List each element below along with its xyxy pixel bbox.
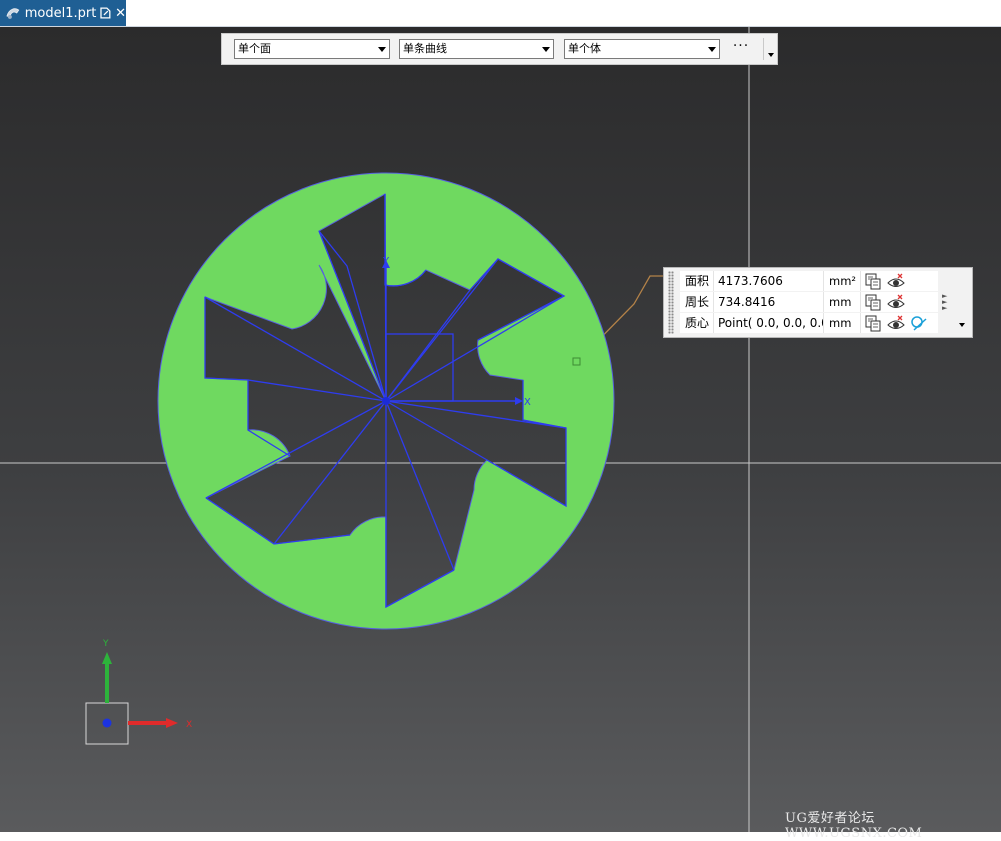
part-file-icon — [6, 8, 20, 19]
wcs-y-label: Y — [382, 256, 390, 267]
more-options-button[interactable]: ··· — [728, 38, 754, 58]
triad-x-arrow — [166, 718, 178, 728]
face-filter-select[interactable]: 单个面 — [234, 39, 390, 59]
measure-results-panel: 面积 4173.7606 mm² 周长 734.8416 mm 质心 Point… — [663, 267, 973, 338]
wcs-x-arrow — [515, 397, 523, 405]
measure-row-area: 面积 4173.7606 mm² — [680, 271, 938, 291]
hide-show-eye-icon[interactable] — [887, 273, 905, 290]
measure-row-centroid: 质心 Point( 0.0, 0.0, 0.0) mm — [680, 313, 938, 333]
triad-y-label: Y — [102, 639, 109, 649]
measure-unit[interactable]: mm² — [824, 271, 861, 291]
toolbar-options-dropdown[interactable] — [768, 53, 774, 57]
curve-filter-select[interactable]: 单条曲线 — [399, 39, 554, 59]
graphics-viewport[interactable]: X Y Y X 单个面 单条曲线 单个体 ··· 面积 4173.7606 mm… — [0, 27, 1001, 832]
model-canvas: X Y Y X — [0, 27, 1001, 832]
measure-name: 面积 — [680, 271, 714, 291]
triad-origin — [102, 718, 112, 728]
body-filter-value: 单个体 — [568, 42, 601, 55]
chevron-down-icon — [708, 47, 716, 52]
measure-name: 质心 — [680, 313, 714, 333]
copy-to-expression-icon[interactable] — [864, 294, 882, 311]
chevron-down-icon — [378, 47, 386, 52]
measure-unit[interactable]: mm — [824, 292, 861, 312]
expand-arrows-icon[interactable]: ► ► ► — [942, 293, 952, 315]
drag-grip[interactable] — [668, 271, 674, 334]
copy-to-expression-icon[interactable] — [864, 273, 882, 290]
hide-show-eye-icon[interactable] — [887, 315, 905, 332]
hide-show-eye-icon[interactable] — [887, 294, 905, 311]
chevron-down-icon — [542, 47, 550, 52]
create-point-icon[interactable] — [910, 315, 928, 332]
wcs-x-label: X — [524, 397, 531, 408]
selection-handle[interactable] — [572, 357, 581, 366]
document-tab-bar: model1.prt ✕ — [0, 0, 1001, 27]
body-filter-select[interactable]: 单个体 — [564, 39, 720, 59]
selection-filter-bar: 单个面 单条曲线 单个体 ··· — [221, 33, 778, 65]
tab-title: model1.prt — [24, 5, 97, 21]
watermark: UG爱好者论坛 WWW.UGSNX.COM — [785, 811, 923, 841]
document-tab[interactable]: model1.prt ✕ — [0, 0, 126, 26]
curve-filter-value: 单条曲线 — [403, 42, 447, 55]
triad-y-arrow — [102, 652, 112, 664]
triad-x-label: X — [186, 720, 192, 730]
modified-doc-icon — [100, 7, 111, 19]
panel-options-dropdown[interactable] — [959, 323, 965, 327]
measure-value[interactable]: 4173.7606 — [714, 271, 824, 291]
close-tab-icon[interactable]: ✕ — [115, 7, 126, 20]
divider — [763, 38, 764, 60]
measure-name: 周长 — [680, 292, 714, 312]
origin-point — [382, 397, 390, 405]
measure-value[interactable]: Point( 0.0, 0.0, 0.0) — [714, 313, 824, 333]
measure-unit[interactable]: mm — [824, 313, 861, 333]
face-filter-value: 单个面 — [238, 42, 271, 55]
measure-row-perimeter: 周长 734.8416 mm — [680, 292, 938, 312]
copy-to-expression-icon[interactable] — [864, 315, 882, 332]
measure-value[interactable]: 734.8416 — [714, 292, 824, 312]
